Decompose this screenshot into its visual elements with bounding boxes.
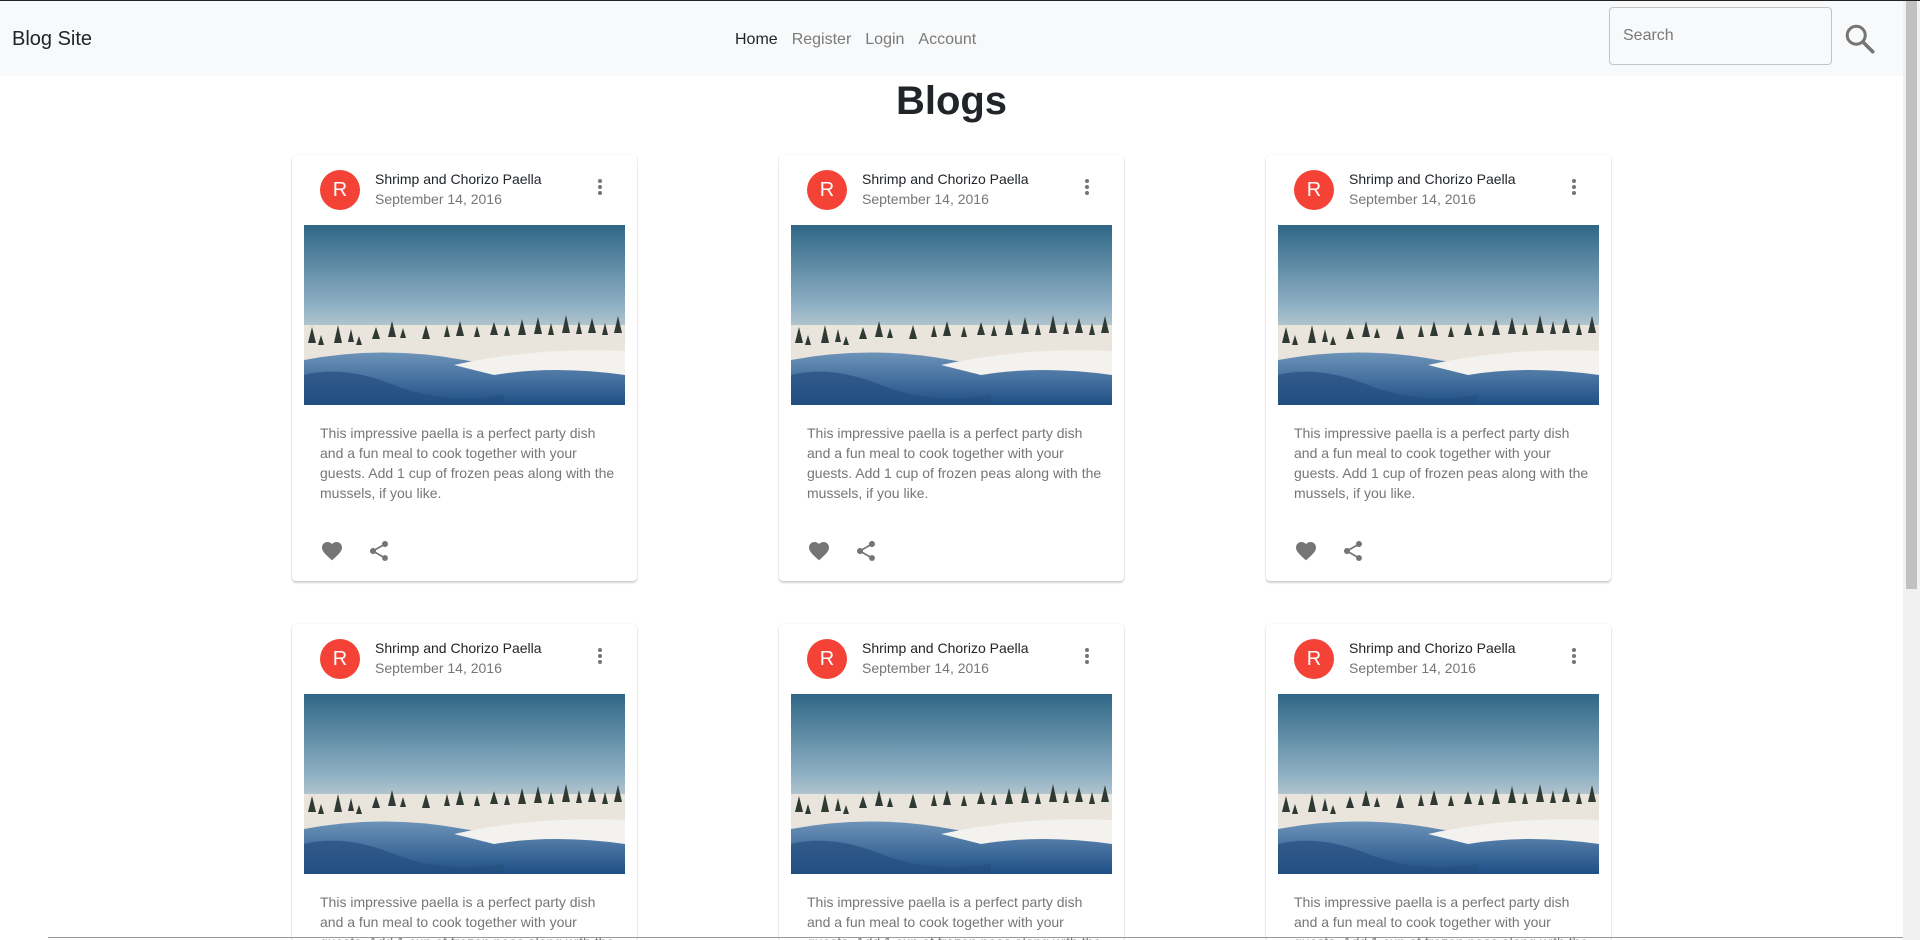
avatar: R xyxy=(1294,639,1334,679)
share-icon xyxy=(370,541,388,561)
card-title: Shrimp and Chorizo Paella xyxy=(375,171,542,187)
winter-landscape-image xyxy=(1278,225,1599,405)
card-date: September 14, 2016 xyxy=(375,660,502,676)
card-actions xyxy=(1294,539,1365,563)
navbar: Blog Site Home Register Login Account xyxy=(0,1,1903,76)
card-image xyxy=(304,694,625,874)
card-text: This impressive paella is a perfect part… xyxy=(807,894,1101,940)
card-title: Shrimp and Chorizo Paella xyxy=(862,171,1029,187)
avatar: R xyxy=(320,170,360,210)
winter-landscape-image xyxy=(791,694,1112,874)
blog-card: R Shrimp and Chorizo Paella September 14… xyxy=(1266,155,1611,581)
winter-landscape-image xyxy=(791,225,1112,405)
more-options-button[interactable] xyxy=(1075,175,1099,199)
blog-card: R Shrimp and Chorizo Paella September 14… xyxy=(292,624,637,940)
more-vert-icon xyxy=(1085,648,1089,664)
card-header: R Shrimp and Chorizo Paella September 14… xyxy=(292,624,637,696)
card-header: R Shrimp and Chorizo Paella September 14… xyxy=(779,155,1124,227)
more-vert-icon xyxy=(1572,648,1576,664)
winter-landscape-image xyxy=(1278,694,1599,874)
heart-icon xyxy=(1296,542,1316,561)
heart-icon xyxy=(322,542,342,561)
more-options-button[interactable] xyxy=(1562,175,1586,199)
search-button[interactable] xyxy=(1842,21,1878,57)
like-button[interactable] xyxy=(320,539,344,563)
share-button[interactable] xyxy=(1341,539,1365,563)
card-image xyxy=(1278,694,1599,874)
avatar: R xyxy=(320,639,360,679)
card-image xyxy=(791,225,1112,405)
search-icon xyxy=(1845,24,1875,54)
scrollbar-thumb[interactable] xyxy=(1906,1,1917,589)
share-button[interactable] xyxy=(854,539,878,563)
nav-link-account[interactable]: Account xyxy=(918,31,976,49)
card-title: Shrimp and Chorizo Paella xyxy=(375,640,542,656)
card-text: This impressive paella is a perfect part… xyxy=(1294,894,1588,940)
share-icon xyxy=(857,541,875,561)
card-title: Shrimp and Chorizo Paella xyxy=(1349,640,1516,656)
card-date: September 14, 2016 xyxy=(375,191,502,207)
card-image xyxy=(1278,225,1599,405)
more-vert-icon xyxy=(1085,179,1089,195)
card-date: September 14, 2016 xyxy=(1349,191,1476,207)
more-options-button[interactable] xyxy=(1075,644,1099,668)
page-title: Blogs xyxy=(895,79,1008,123)
nav-link-home[interactable]: Home xyxy=(735,31,778,49)
share-button[interactable] xyxy=(367,539,391,563)
card-date: September 14, 2016 xyxy=(1349,660,1476,676)
card-text: This impressive paella is a perfect part… xyxy=(807,425,1102,501)
more-options-button[interactable] xyxy=(1562,644,1586,668)
like-button[interactable] xyxy=(807,539,831,563)
divider xyxy=(48,937,1903,938)
blog-card: R Shrimp and Chorizo Paella September 14… xyxy=(1266,624,1611,940)
card-actions xyxy=(320,539,391,563)
card-header: R Shrimp and Chorizo Paella September 14… xyxy=(779,624,1124,696)
nav-links: Home Register Login Account xyxy=(735,31,976,49)
winter-landscape-image xyxy=(304,694,625,874)
blog-card: R Shrimp and Chorizo Paella September 14… xyxy=(292,155,637,581)
winter-landscape-image xyxy=(304,225,625,405)
card-header: R Shrimp and Chorizo Paella September 14… xyxy=(292,155,637,227)
more-options-button[interactable] xyxy=(588,644,612,668)
more-options-button[interactable] xyxy=(588,175,612,199)
card-actions xyxy=(807,539,878,563)
more-vert-icon xyxy=(1572,179,1576,195)
brand-logo[interactable]: Blog Site xyxy=(12,28,92,51)
card-text: This impressive paella is a perfect part… xyxy=(320,894,614,940)
card-title: Shrimp and Chorizo Paella xyxy=(1349,171,1516,187)
card-header: R Shrimp and Chorizo Paella September 14… xyxy=(1266,155,1611,227)
avatar: R xyxy=(807,639,847,679)
search-input[interactable] xyxy=(1609,7,1832,65)
card-image xyxy=(304,225,625,405)
card-header: R Shrimp and Chorizo Paella September 14… xyxy=(1266,624,1611,696)
card-title: Shrimp and Chorizo Paella xyxy=(862,640,1029,656)
like-button[interactable] xyxy=(1294,539,1318,563)
card-image xyxy=(791,694,1112,874)
card-date: September 14, 2016 xyxy=(862,660,989,676)
more-vert-icon xyxy=(598,648,602,664)
nav-link-register[interactable]: Register xyxy=(792,31,852,49)
heart-icon xyxy=(809,542,829,561)
card-text: This impressive paella is a perfect part… xyxy=(320,425,615,501)
card-date: September 14, 2016 xyxy=(862,191,989,207)
card-text: This impressive paella is a perfect part… xyxy=(1294,425,1589,501)
scrollbar[interactable] xyxy=(1903,1,1920,940)
share-icon xyxy=(1344,541,1362,561)
more-vert-icon xyxy=(598,179,602,195)
page: Blog Site Home Register Login Account Bl… xyxy=(0,0,1920,940)
nav-link-login[interactable]: Login xyxy=(865,31,904,49)
blog-card: R Shrimp and Chorizo Paella September 14… xyxy=(779,155,1124,581)
avatar: R xyxy=(1294,170,1334,210)
blog-card: R Shrimp and Chorizo Paella September 14… xyxy=(779,624,1124,940)
avatar: R xyxy=(807,170,847,210)
